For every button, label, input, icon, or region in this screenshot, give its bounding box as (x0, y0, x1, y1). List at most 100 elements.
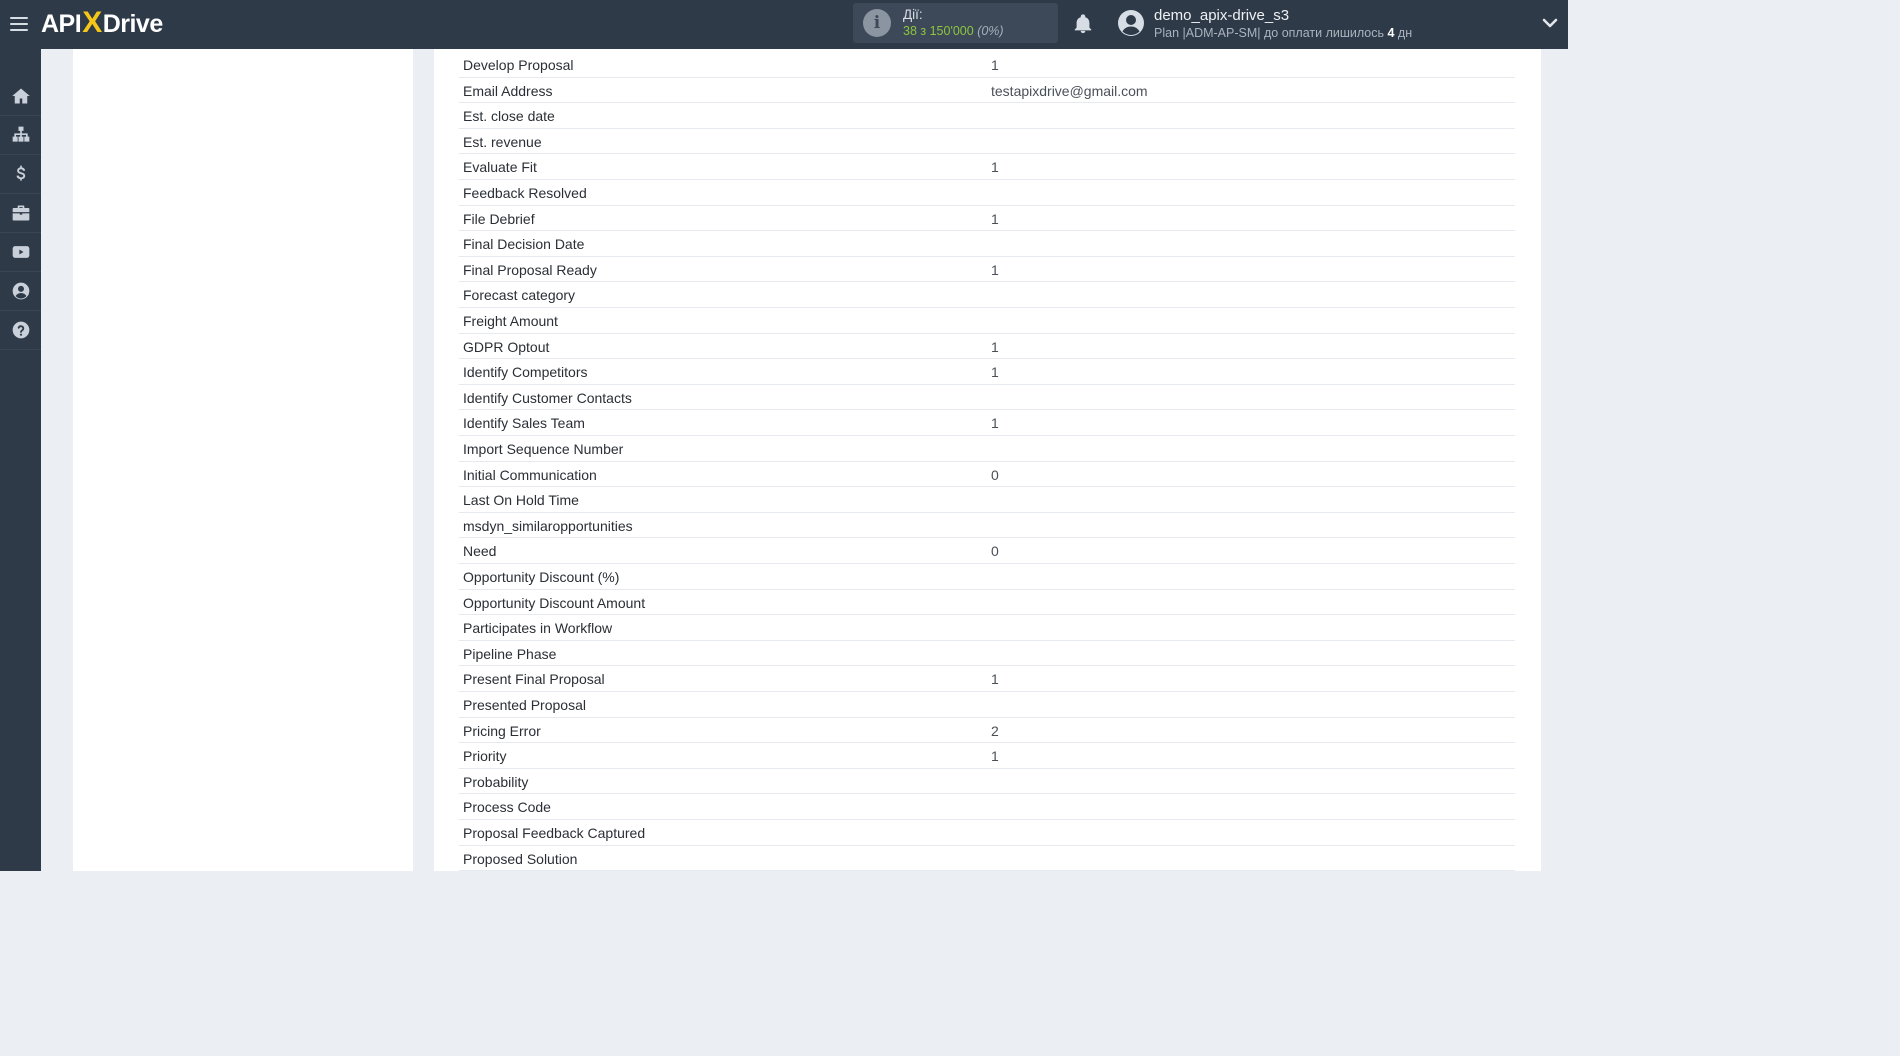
table-row: Pipeline Phase (459, 641, 1515, 667)
field-name: Final Proposal Ready (463, 261, 597, 278)
field-name: Identify Customer Contacts (463, 389, 632, 406)
table-row: Develop Proposal 1 (459, 52, 1515, 78)
top-bar: API X Drive i Дії: 38 з 150'000 (0%) demo_… (0, 0, 1568, 49)
table-row: Feedback Resolved (459, 180, 1515, 206)
video-icon (12, 246, 29, 258)
user-avatar-icon[interactable] (1117, 9, 1145, 37)
table-row: Need 0 (459, 538, 1515, 564)
table-row: Identify Competitors 1 (459, 359, 1515, 385)
apix-drive-logo[interactable]: API X Drive (41, 6, 164, 41)
field-name: Feedback Resolved (463, 185, 587, 201)
sidebar (0, 49, 41, 871)
field-name: Presented Proposal (463, 697, 586, 713)
field-name: Present Final Proposal (463, 671, 605, 688)
help-icon (12, 321, 29, 339)
field-name: Initial Communication (463, 466, 597, 483)
field-name: Pricing Error (463, 722, 541, 739)
user-name[interactable]: demo_apix-drive_s3 (1154, 7, 1289, 24)
dollar-icon (16, 165, 25, 181)
field-name: Opportunity Discount Amount (463, 594, 646, 611)
table-row: Participates in Workflow (459, 615, 1515, 641)
sidebar-item-briefcase[interactable] (0, 194, 41, 233)
table-row: Probability (459, 769, 1515, 795)
field-name: Final Decision Date (463, 236, 585, 253)
field-value: 1 (991, 261, 999, 278)
plan-days-suffix: дн (1394, 26, 1413, 40)
table-row: Final Proposal Ready 1 (459, 257, 1515, 283)
table-row: Import Sequence Number (459, 436, 1515, 462)
table-row: Process Code (459, 794, 1515, 820)
field-value: 1 (991, 748, 999, 765)
actions-label: Дії: (903, 7, 923, 22)
field-name: Forecast category (463, 287, 576, 304)
field-name: Pipeline Phase (463, 645, 557, 662)
left-panel (73, 49, 413, 871)
sidebar-item-connections[interactable] (0, 116, 41, 155)
field-value: 1 (991, 210, 999, 227)
field-value: 1 (991, 415, 999, 432)
actions-count: 38 з 150'000 (0%) (903, 24, 1004, 38)
actions-percent: (0%) (977, 24, 1004, 38)
logo-x-text: X (82, 6, 102, 39)
chevron-down-icon[interactable] (1541, 14, 1559, 32)
field-name: Freight Amount (463, 313, 558, 329)
table-row: Est. close date (459, 103, 1515, 129)
field-name: Last On Hold Time (463, 492, 579, 509)
actions-counter: i Дії: 38 з 150'000 (0%) (853, 3, 1058, 43)
table-row: Identify Customer Contacts (459, 385, 1515, 411)
table-row: Opportunity Discount Amount (459, 590, 1515, 616)
sidebar-item-profile[interactable] (0, 272, 41, 311)
sitemap-icon (12, 126, 29, 142)
field-value: 1 (991, 364, 999, 381)
table-row: Identify Sales Team 1 (459, 410, 1515, 436)
sidebar-item-videos[interactable] (0, 233, 41, 272)
sidebar-item-billing[interactable] (0, 155, 41, 194)
field-value: 1 (991, 671, 999, 688)
actions-used: 38 (903, 24, 917, 38)
field-value: 1 (991, 338, 999, 355)
field-name: Participates in Workflow (463, 620, 613, 637)
field-value: 0 (991, 466, 999, 483)
logo-drive-text: Drive (102, 9, 164, 38)
field-value: 1 (991, 159, 999, 176)
table-row: Priority 1 (459, 743, 1515, 769)
table-row: Last On Hold Time (459, 487, 1515, 513)
hamburger-menu-icon[interactable] (10, 13, 30, 35)
table-row: Forecast category (459, 282, 1515, 308)
actions-of-total: з 150'000 (920, 24, 974, 38)
field-name: Est. close date (463, 108, 555, 125)
field-name: Identify Sales Team (463, 415, 585, 432)
field-name: msdyn_similaropportunities (463, 517, 633, 534)
table-row: Initial Communication 0 (459, 462, 1515, 488)
briefcase-icon (12, 205, 29, 221)
sidebar-item-home[interactable] (0, 77, 41, 116)
bell-icon[interactable] (1072, 12, 1094, 36)
table-row: Email Address testapixdrive@gmail.com (459, 78, 1515, 104)
field-value: 1 (991, 57, 999, 73)
field-value: 2 (991, 722, 999, 739)
field-name: Probability (463, 773, 529, 790)
field-name: Need (463, 543, 497, 560)
table-row: msdyn_similaropportunities (459, 513, 1515, 539)
user-circle-icon (12, 282, 29, 300)
field-name: Evaluate Fit (463, 159, 537, 176)
table-row: Freight Amount (459, 308, 1515, 334)
field-name: Develop Proposal (463, 57, 574, 73)
table-row: Opportunity Discount (%) (459, 564, 1515, 590)
sidebar-item-help[interactable] (0, 311, 41, 350)
field-name: File Debrief (463, 210, 535, 227)
info-icon[interactable]: i (863, 9, 891, 37)
field-name: Proposed Solution (463, 850, 578, 867)
field-name: Proposal Feedback Captured (463, 825, 646, 841)
table-row: Est. revenue (459, 129, 1515, 155)
field-name: Import Sequence Number (463, 441, 624, 457)
field-name: Process Code (463, 799, 551, 816)
table-row: Evaluate Fit 1 (459, 154, 1515, 180)
plan-prefix: Plan |ADM-AP-SM| до оплати лишилось (1154, 26, 1388, 40)
logo-api-text: API (41, 9, 82, 38)
table-row: Pricing Error 2 (459, 718, 1515, 744)
home-icon (11, 88, 30, 104)
table-row: Presented Proposal (459, 692, 1515, 718)
field-name: Opportunity Discount (%) (463, 569, 620, 585)
field-name: Identify Competitors (463, 364, 588, 381)
